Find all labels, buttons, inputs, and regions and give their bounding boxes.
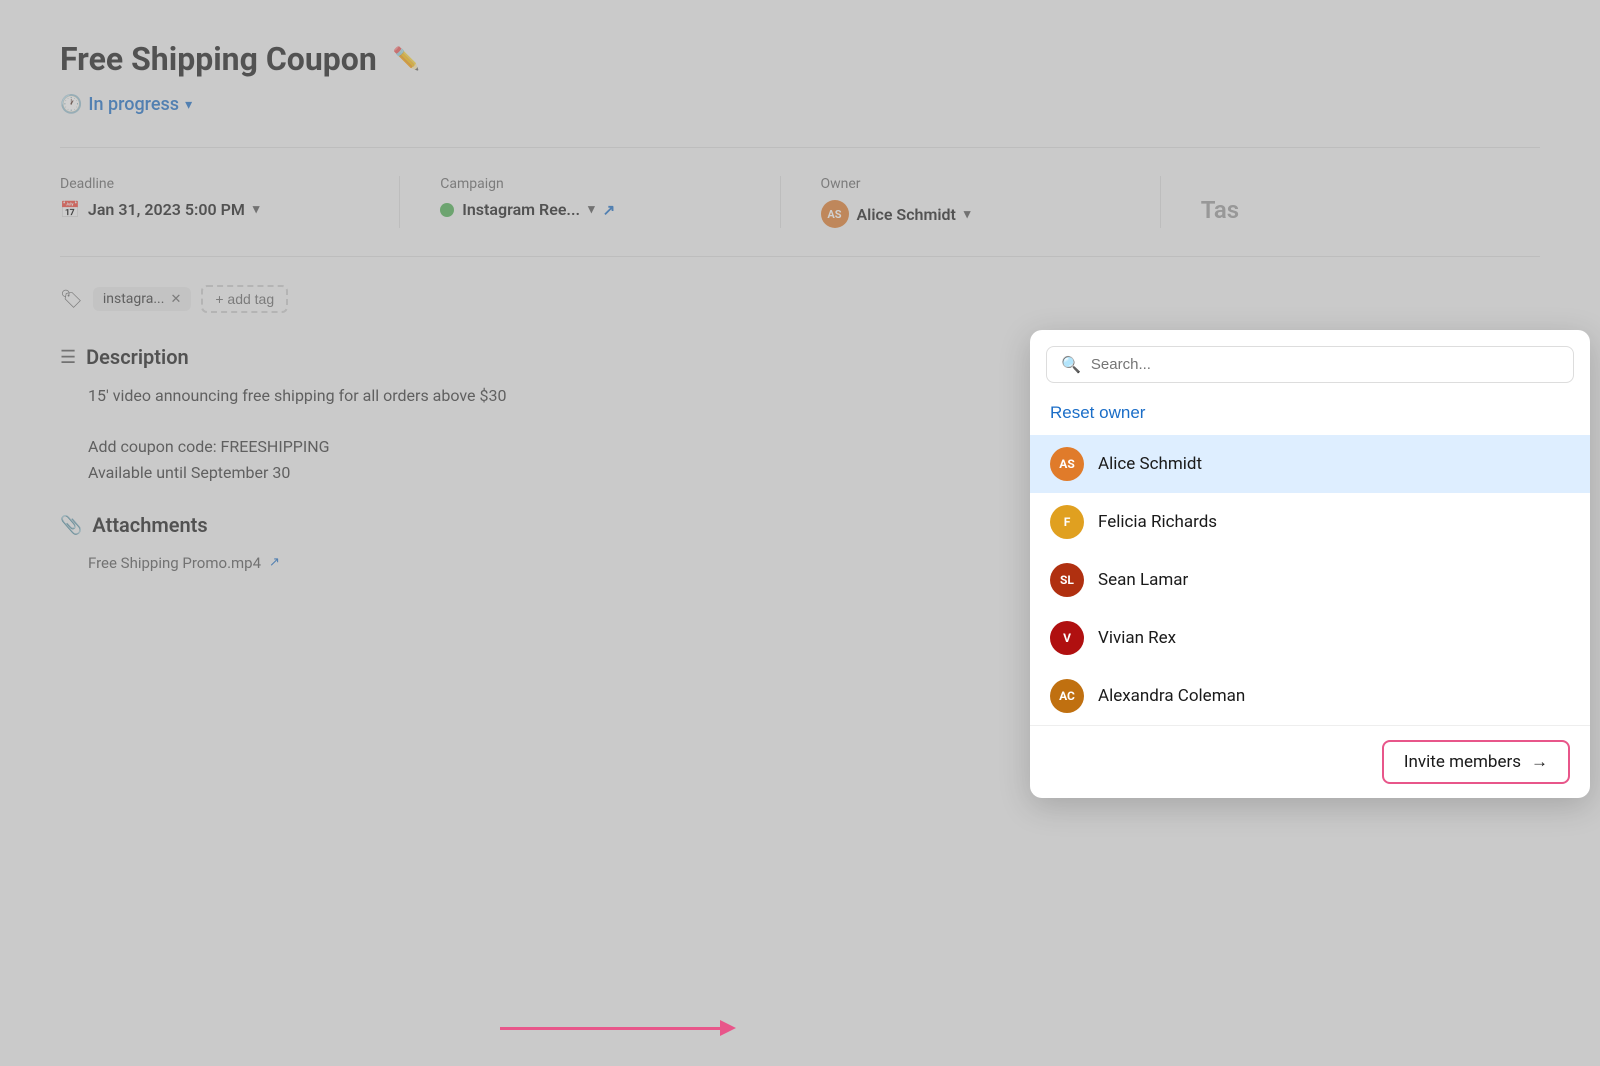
deadline-chevron-icon: ▾: [253, 202, 260, 217]
search-input[interactable]: [1091, 356, 1559, 373]
member-item[interactable]: F Felicia Richards: [1030, 493, 1590, 551]
member-item[interactable]: AS Alice Schmidt: [1030, 435, 1590, 493]
owner-value[interactable]: AS Alice Schmidt ▾: [821, 200, 1120, 228]
edit-icon[interactable]: ✏️: [393, 47, 420, 72]
tasks-partial-label: Tas: [1201, 196, 1239, 224]
member-item[interactable]: AC Alexandra Coleman: [1030, 667, 1590, 725]
member-avatar: AC: [1050, 679, 1084, 713]
member-item[interactable]: SL Sean Lamar: [1030, 551, 1590, 609]
status-clock-icon: 🕐: [60, 94, 82, 115]
member-avatar: SL: [1050, 563, 1084, 597]
status-label: In progress: [88, 94, 179, 115]
owner-chevron-icon: ▾: [964, 207, 971, 222]
status-badge[interactable]: 🕐 In progress ▾: [60, 94, 192, 115]
search-box: 🔍: [1046, 346, 1574, 383]
description-title: Description: [86, 345, 189, 369]
status-row: 🕐 In progress ▾: [60, 94, 1540, 115]
calendar-icon: 📅: [60, 200, 80, 219]
attachments-title: Attachments: [92, 513, 207, 537]
campaign-label: Campaign: [440, 176, 739, 192]
arrow-annotation: [500, 1020, 736, 1036]
owner-label: Owner: [821, 176, 1120, 192]
invite-members-label: Invite members: [1404, 752, 1521, 772]
arrow-line: [500, 1027, 720, 1030]
campaign-text: Instagram Ree...: [462, 200, 580, 219]
member-name: Felicia Richards: [1098, 512, 1217, 532]
invite-members-box[interactable]: Invite members →: [1382, 740, 1570, 784]
page-title: Free Shipping Coupon: [60, 40, 377, 78]
deadline-text: Jan 31, 2023 5:00 PM: [88, 200, 245, 219]
member-name: Vivian Rex: [1098, 628, 1176, 648]
member-avatar: F: [1050, 505, 1084, 539]
invite-members-row[interactable]: Invite members →: [1030, 725, 1590, 798]
campaign-value[interactable]: Instagram Ree... ▾ ↗: [440, 200, 739, 219]
deadline-value[interactable]: 📅 Jan 31, 2023 5:00 PM ▾: [60, 200, 359, 219]
tag-remove-icon[interactable]: ✕: [170, 292, 181, 307]
tasks-field: Tas: [1201, 176, 1540, 228]
owner-name: Alice Schmidt: [857, 205, 956, 224]
campaign-field: Campaign Instagram Ree... ▾ ↗: [440, 176, 780, 228]
attachment-link-icon[interactable]: ↗: [269, 553, 280, 574]
owner-dropdown: 🔍 Reset owner AS Alice Schmidt F Felicia…: [1030, 330, 1590, 798]
member-name: Sean Lamar: [1098, 570, 1188, 590]
member-item[interactable]: V Vivian Rex: [1030, 609, 1590, 667]
description-list-icon: ☰: [60, 347, 76, 368]
fields-row: Deadline 📅 Jan 31, 2023 5:00 PM ▾ Campai…: [60, 176, 1540, 257]
deadline-label: Deadline: [60, 176, 359, 192]
invite-arrow-icon: →: [1531, 752, 1548, 772]
reset-owner-button[interactable]: Reset owner: [1030, 391, 1590, 435]
paperclip-icon: 📎: [60, 515, 82, 536]
member-name: Alice Schmidt: [1098, 454, 1202, 474]
external-link-icon[interactable]: ↗: [603, 201, 616, 219]
attachment-name[interactable]: Free Shipping Promo.mp4: [88, 551, 261, 575]
tag-label: instagra...: [103, 291, 165, 307]
search-box-wrapper: 🔍: [1030, 330, 1590, 391]
member-name: Alexandra Coleman: [1098, 686, 1245, 706]
owner-avatar: AS: [821, 200, 849, 228]
add-tag-button[interactable]: + add tag: [201, 285, 288, 313]
tags-row: 🏷 instagra... ✕ + add tag: [60, 285, 1540, 313]
owner-field: Owner AS Alice Schmidt ▾: [821, 176, 1161, 228]
arrow-head-icon: [720, 1020, 736, 1036]
member-avatar: AS: [1050, 447, 1084, 481]
campaign-chevron-icon: ▾: [588, 202, 595, 217]
page-title-row: Free Shipping Coupon ✏️: [60, 40, 1540, 78]
status-chevron-icon: ▾: [185, 97, 192, 113]
member-list: AS Alice Schmidt F Felicia Richards SL S…: [1030, 435, 1590, 725]
deadline-field: Deadline 📅 Jan 31, 2023 5:00 PM ▾: [60, 176, 400, 228]
search-icon: 🔍: [1061, 355, 1081, 374]
tag-chip: instagra... ✕: [93, 287, 191, 311]
member-avatar: V: [1050, 621, 1084, 655]
campaign-dot-icon: [440, 203, 454, 217]
divider: [60, 147, 1540, 148]
tag-icon: 🏷: [60, 289, 83, 310]
